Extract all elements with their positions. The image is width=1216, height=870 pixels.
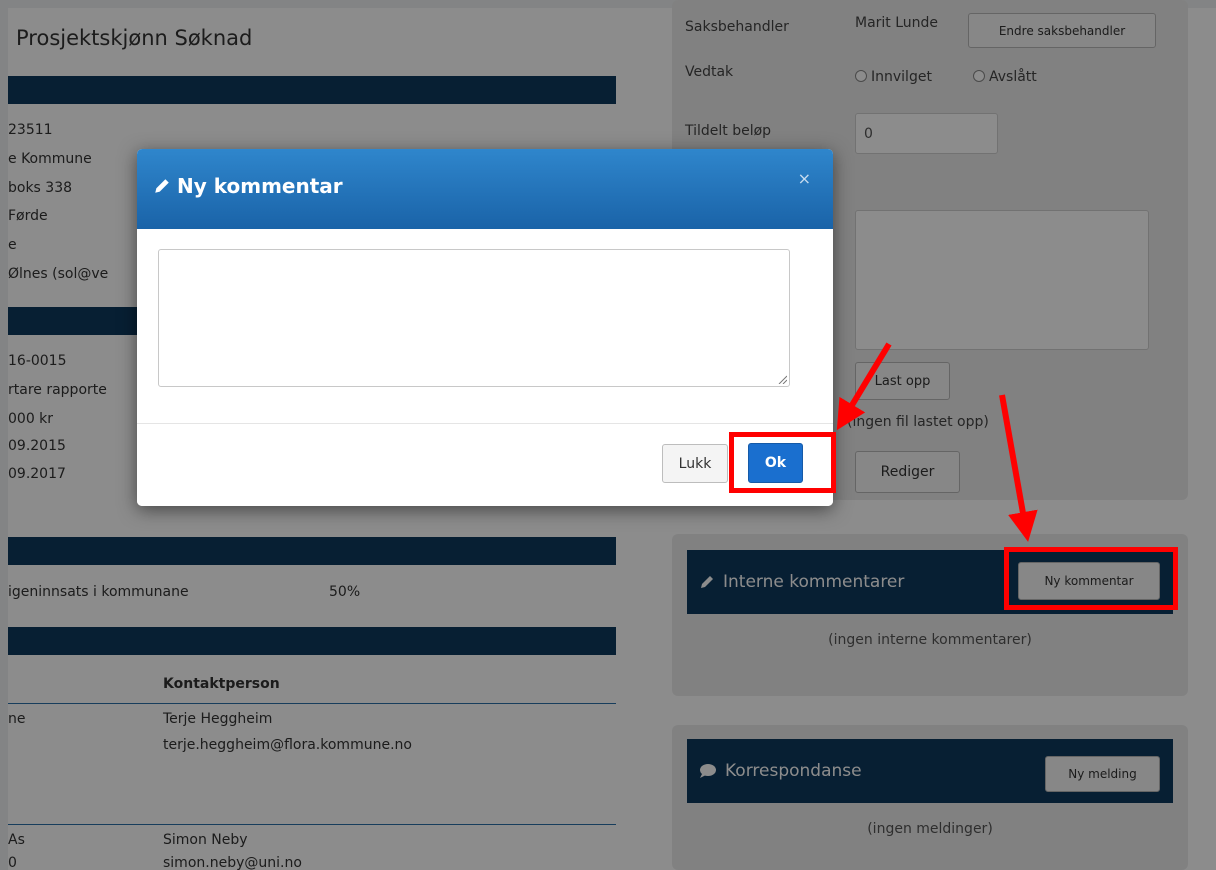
arrow-to-new-comment — [999, 394, 1038, 542]
arrow-to-ok — [836, 342, 892, 431]
annotation-arrows — [836, 342, 1038, 542]
